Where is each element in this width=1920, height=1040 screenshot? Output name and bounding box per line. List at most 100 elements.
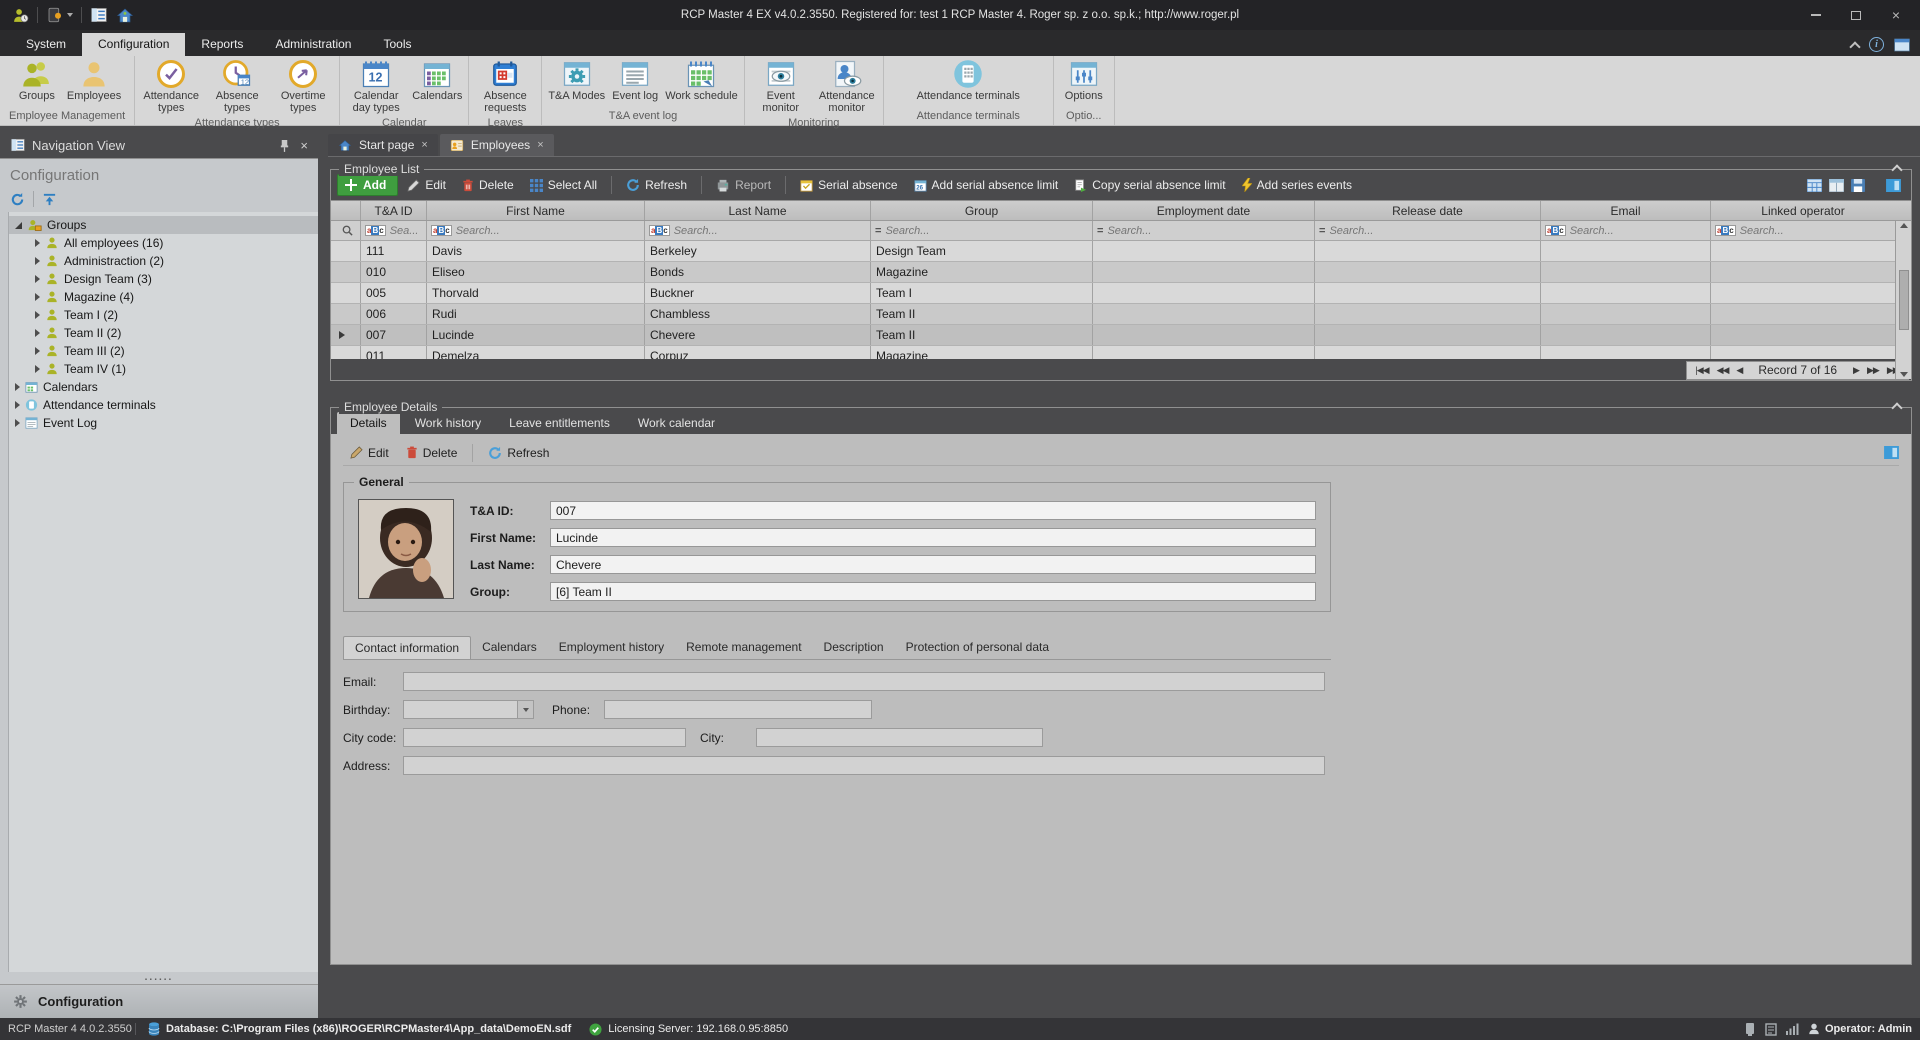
ribbon-button-attendance-types[interactable]: Attendance types (138, 58, 204, 115)
table-row[interactable]: 010EliseoBondsMagazine (331, 262, 1911, 283)
help-panel-icon[interactable] (1886, 179, 1901, 192)
table-row[interactable]: 006RudiChamblessTeam II (331, 304, 1911, 325)
tab-employees[interactable]: Employees × (440, 134, 554, 156)
home-icon[interactable] (116, 7, 134, 24)
tree-item-team-4[interactable]: Team IV (1) (9, 360, 318, 378)
filter-group-input[interactable] (885, 225, 1069, 237)
tree-item-attendance-terminals[interactable]: Attendance terminals (9, 396, 318, 414)
select-all-button[interactable]: Select All (523, 175, 604, 195)
ribbon-tab-administration[interactable]: Administration (259, 33, 367, 56)
first-name-field[interactable] (550, 528, 1316, 547)
table-row-selected[interactable]: 007LucindeChevereTeam II (331, 325, 1911, 346)
nav-footer-configuration[interactable]: Configuration (0, 984, 318, 1018)
city-code-field[interactable] (403, 728, 686, 747)
table-row[interactable]: 011DemelzaCorpuzMagazine (331, 346, 1911, 359)
tab-work-history[interactable]: Work history (402, 412, 494, 434)
ribbon-button-event-log[interactable]: Event log (608, 58, 662, 103)
pin-icon[interactable] (279, 139, 290, 152)
collapse-all-icon[interactable] (42, 192, 57, 207)
help-panel-icon[interactable] (1884, 446, 1899, 459)
close-button[interactable]: × (1876, 1, 1916, 29)
record-prev-page-button[interactable]: ◀◀ (1717, 365, 1729, 376)
group-field[interactable] (550, 582, 1316, 601)
filter-linked-operator-input[interactable] (1740, 225, 1893, 237)
ribbon-button-calendar-day-types[interactable]: 12 Calendar day types (343, 58, 409, 115)
scroll-down-icon[interactable] (1900, 372, 1908, 377)
grid-view-icon[interactable] (1807, 179, 1822, 192)
ribbon-tab-system[interactable]: System (10, 33, 82, 56)
ribbon-tab-reports[interactable]: Reports (185, 33, 259, 56)
tree-item-team-3[interactable]: Team III (2) (9, 342, 318, 360)
record-next-button[interactable]: ▶ (1853, 365, 1859, 376)
birthday-field[interactable] (403, 700, 534, 719)
filter-ta-id-input[interactable] (390, 225, 426, 237)
collapse-ribbon-icon[interactable] (1849, 41, 1860, 52)
tree-item-event-log[interactable]: Event Log (9, 414, 318, 432)
ribbon-button-event-monitor[interactable]: Event monitor (748, 58, 814, 115)
expander-closed-icon[interactable] (35, 257, 40, 265)
tree-item-team-1[interactable]: Team I (2) (9, 306, 318, 324)
close-tab-icon[interactable]: × (537, 139, 543, 151)
maximize-button[interactable] (1836, 1, 1876, 29)
column-header[interactable]: First Name (427, 201, 645, 220)
tab-work-calendar[interactable]: Work calendar (625, 412, 728, 434)
tree-item-administraction[interactable]: Administraction (2) (9, 252, 318, 270)
expander-closed-icon[interactable] (15, 419, 20, 427)
expander-closed-icon[interactable] (15, 401, 20, 409)
tree-item-calendars[interactable]: Calendars (9, 378, 318, 396)
refresh-icon[interactable] (10, 192, 25, 207)
birthday-input[interactable] (403, 700, 517, 719)
record-next-page-button[interactable]: ▶▶ (1867, 365, 1879, 376)
filter-first-name-input[interactable] (456, 225, 637, 237)
chevron-down-icon[interactable] (517, 700, 534, 719)
tab-calendars[interactable]: Calendars (471, 636, 548, 659)
scrollbar-thumb[interactable] (1899, 270, 1909, 330)
ribbon-button-attendance-terminals[interactable]: Attendance terminals (914, 58, 1023, 103)
filter-release-date-input[interactable] (1329, 225, 1517, 237)
column-header[interactable]: T&A ID (361, 201, 427, 220)
column-header[interactable]: Release date (1315, 201, 1541, 220)
email-field[interactable] (403, 672, 1325, 691)
tree-item-all-employees[interactable]: All employees (16) (9, 234, 318, 252)
edit-button[interactable]: Edit (343, 443, 396, 463)
column-chooser-icon[interactable] (1829, 179, 1844, 192)
tab-start-page[interactable]: Start page × (328, 134, 438, 156)
last-name-field[interactable] (550, 555, 1316, 574)
expander-closed-icon[interactable] (35, 365, 40, 373)
ribbon-button-absence-requests[interactable]: Absence requests (472, 58, 538, 115)
nav-resize-grip[interactable]: ...... (0, 972, 318, 984)
ribbon-button-overtime-types[interactable]: Overtime types (270, 58, 336, 115)
copy-serial-absence-limit-button[interactable]: Copy serial absence limit (1067, 175, 1232, 195)
expander-open-icon[interactable] (15, 222, 22, 229)
expander-closed-icon[interactable] (35, 275, 40, 283)
ribbon-button-attendance-monitor[interactable]: Attendance monitor (814, 58, 880, 115)
scroll-up-icon[interactable] (1900, 223, 1908, 228)
save-layout-icon[interactable] (1851, 179, 1865, 192)
ribbon-tab-configuration[interactable]: Configuration (82, 33, 185, 56)
tab-remote-management[interactable]: Remote management (675, 636, 812, 659)
ribbon-button-options[interactable]: Options (1057, 58, 1111, 103)
expander-closed-icon[interactable] (35, 311, 40, 319)
column-header[interactable]: Linked operator (1711, 201, 1895, 220)
expander-closed-icon[interactable] (35, 329, 40, 337)
column-header[interactable]: Group (871, 201, 1093, 220)
app-menu-icon[interactable] (46, 6, 73, 24)
ribbon-button-ta-modes[interactable]: T&A Modes (545, 58, 608, 103)
column-header[interactable]: Email (1541, 201, 1711, 220)
refresh-button[interactable]: Refresh (619, 175, 694, 195)
expander-closed-icon[interactable] (35, 239, 40, 247)
tab-protection-of-personal-data[interactable]: Protection of personal data (895, 636, 1060, 659)
add-series-events-button[interactable]: Add series events (1235, 175, 1359, 195)
vertical-scrollbar[interactable] (1895, 221, 1911, 379)
column-header[interactable]: Last Name (645, 201, 871, 220)
tab-details[interactable]: Details (337, 412, 400, 434)
table-row[interactable]: 005ThorvaldBucknerTeam I (331, 283, 1911, 304)
user-clock-icon[interactable] (12, 7, 29, 24)
navigation-view-icon[interactable] (90, 7, 108, 23)
report-button[interactable]: Report (709, 175, 778, 195)
tab-employment-history[interactable]: Employment history (548, 636, 675, 659)
tab-leave-entitlements[interactable]: Leave entitlements (496, 412, 623, 434)
ribbon-tab-tools[interactable]: Tools (367, 33, 427, 56)
filter-email-input[interactable] (1570, 225, 1710, 237)
close-icon[interactable]: × (300, 138, 308, 153)
